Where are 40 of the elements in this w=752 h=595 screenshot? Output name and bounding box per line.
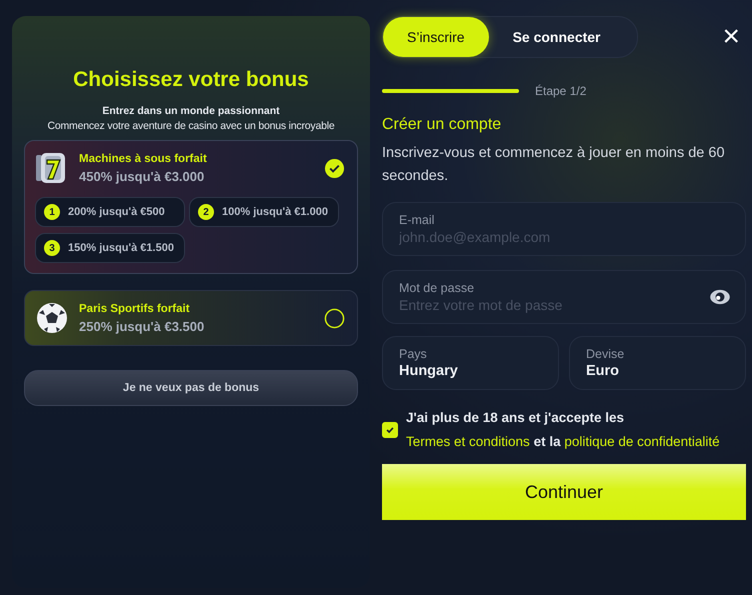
offer-title: Paris Sportifs forfait bbox=[79, 302, 191, 314]
field-value: Hungary bbox=[399, 363, 459, 379]
tier-number-badge: 3 bbox=[44, 240, 60, 256]
radio-circle[interactable] bbox=[324, 308, 345, 328]
soccer-ball-icon bbox=[35, 301, 69, 335]
form-title: Créer un compte bbox=[382, 116, 502, 134]
privacy-link[interactable]: politique de confidentialité bbox=[564, 434, 720, 449]
bonus-card[interactable]: Machines à sous forfait 450% jusqu'à €3.000 1 200% jusqu'à €500 2 100% jusqu'à €1.000 3 150% jusqu'à €1.500 bbox=[24, 140, 358, 274]
select-field[interactable]: Devise Euro bbox=[569, 336, 746, 390]
offer-amount: 250% jusqu'à €3.500 bbox=[79, 318, 206, 334]
check-circle-icon[interactable] bbox=[324, 158, 345, 178]
bonus-card[interactable]: Paris Sportifs forfait 250% jusqu'à €3.500 bbox=[24, 290, 358, 346]
consent-text: J'ai plus de 18 ans et j'accepte les Termes et conditions et la politique de confidentialité bbox=[406, 409, 721, 451]
field-label: Devise bbox=[586, 347, 626, 361]
field-label: E-mail bbox=[399, 213, 436, 227]
step-label: Étape 1/2 bbox=[535, 84, 586, 98]
panel-subtitle: Entrez dans un monde passionnant bbox=[101, 105, 281, 117]
tier-text: 150% jusqu'à €1.500 bbox=[68, 242, 174, 254]
close-button[interactable]: × bbox=[716, 22, 746, 52]
eye-icon[interactable] bbox=[709, 289, 731, 305]
panel-title: Choisissez votre bonus bbox=[72, 68, 310, 92]
checkbox[interactable] bbox=[382, 422, 398, 438]
tier-text: 100% jusqu'à €1.000 bbox=[222, 206, 328, 218]
tab[interactable]: S’inscrire bbox=[383, 17, 489, 57]
continue-button[interactable]: Continuer bbox=[382, 464, 746, 520]
field-label: Pays bbox=[399, 347, 428, 361]
tier-number-badge: 2 bbox=[198, 204, 214, 220]
tier-number-badge: 1 bbox=[44, 204, 60, 220]
form-intro: Inscrivez-vous et commencez à jouer en moins de 60 secondes. bbox=[382, 144, 726, 186]
terms-link[interactable]: Termes et conditions bbox=[406, 434, 530, 449]
panel-description: Commencez votre aventure de casino avec un bonus incroyable bbox=[46, 120, 336, 132]
offer-amount: 450% jusqu'à €3.000 bbox=[79, 168, 206, 184]
tier-text: 200% jusqu'à €500 bbox=[68, 206, 165, 218]
select-field[interactable]: Pays Hungary bbox=[382, 336, 559, 390]
field-label: Mot de passe bbox=[399, 281, 476, 295]
no-bonus-button[interactable]: Je ne veux pas de bonus bbox=[24, 370, 358, 406]
tab[interactable]: Se connecter bbox=[488, 17, 625, 57]
checkmark-icon bbox=[385, 425, 395, 435]
offer-title: Machines à sous forfait bbox=[79, 152, 208, 164]
field-value: Euro bbox=[586, 363, 620, 379]
